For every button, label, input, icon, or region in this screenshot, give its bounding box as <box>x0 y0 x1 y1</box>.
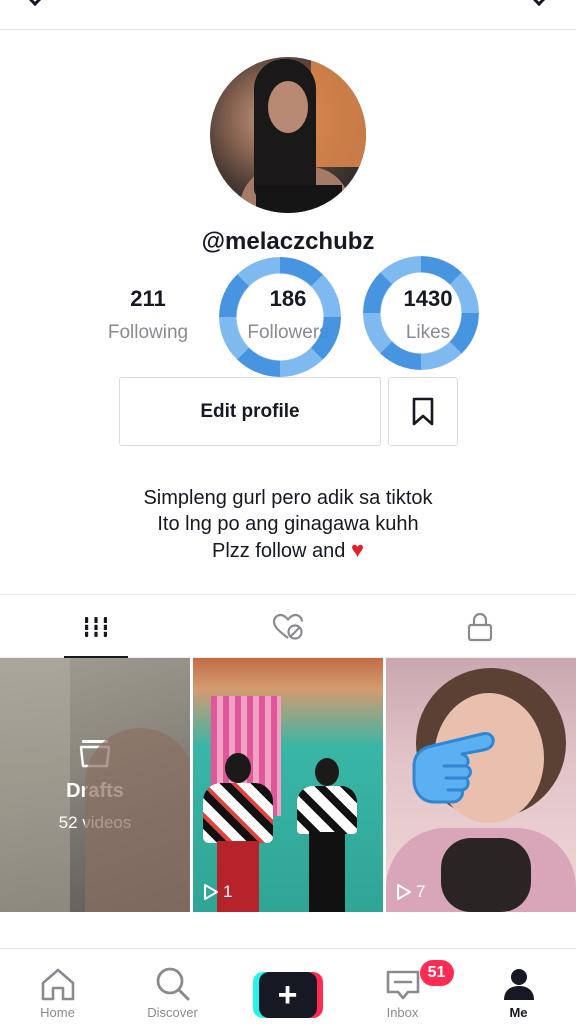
bio: Simpleng gurl pero adik sa tiktok Ito ln… <box>0 485 576 564</box>
top-bar <box>0 0 576 30</box>
liked-hidden-icon <box>272 613 304 640</box>
profile-tabs <box>0 594 576 659</box>
create-button[interactable]: + <box>252 972 323 1018</box>
play-count: 7 <box>396 882 425 902</box>
following-count: 211 <box>130 286 166 311</box>
bookmark-icon <box>412 397 434 425</box>
tab-private[interactable] <box>384 595 576 658</box>
nav-divider <box>0 948 576 949</box>
bio-line: Plzz follow and ♥ <box>211 537 365 562</box>
avatar[interactable] <box>210 57 366 213</box>
nav-create[interactable]: + <box>230 950 345 1024</box>
chevron-down-icon[interactable] <box>531 0 547 7</box>
likes-stat[interactable]: 1430 Likes <box>358 286 498 344</box>
heart-emoji: ♥ <box>350 537 365 562</box>
drafts-count: 52 videos <box>58 812 132 832</box>
likes-label: Likes <box>405 322 451 343</box>
search-icon <box>156 967 189 1001</box>
nav-inbox-label: Inbox <box>386 1005 419 1020</box>
lock-icon <box>467 612 493 641</box>
video-thumbnail[interactable]: 7 <box>386 658 576 912</box>
followers-label: Followers <box>247 322 329 343</box>
nav-inbox[interactable]: 51 Inbox <box>345 950 460 1024</box>
inbox-badge: 51 <box>419 960 454 986</box>
followers-stat[interactable]: 186 Followers <box>218 286 358 344</box>
drafts-icon <box>79 739 111 767</box>
followers-count: 186 <box>269 286 307 311</box>
drafts-title: Drafts <box>66 779 124 802</box>
play-count: 1 <box>203 882 232 902</box>
nav-discover-label: Discover <box>147 1005 198 1020</box>
nav-home[interactable]: Home <box>0 950 115 1024</box>
play-icon <box>204 884 218 900</box>
plus-icon: + <box>258 972 317 1018</box>
bio-line: Ito lng po ang ginagawa kuhh <box>157 513 419 535</box>
following-stat[interactable]: 211 Following <box>78 286 218 344</box>
drafts-overlay: Drafts 52 videos <box>0 658 190 912</box>
bio-line: Simpleng gurl pero adik sa tiktok <box>143 487 433 509</box>
nav-home-label: Home <box>40 1005 75 1020</box>
video-grid: Drafts 52 videos 1 7 <box>0 658 576 912</box>
nav-me[interactable]: Me <box>461 950 576 1024</box>
edit-profile-button[interactable]: Edit profile <box>119 377 381 446</box>
following-label: Following <box>107 322 189 343</box>
drafts-tile[interactable]: Drafts 52 videos <box>0 658 190 912</box>
tab-liked[interactable] <box>192 595 384 658</box>
likes-count: 1430 <box>403 286 453 311</box>
bottom-navigation: Home Discover + 51 Inbox Me <box>0 950 576 1024</box>
back-icon[interactable] <box>27 0 43 7</box>
nav-discover[interactable]: Discover <box>115 950 230 1024</box>
favorites-button[interactable] <box>388 377 458 446</box>
play-icon <box>397 884 411 900</box>
home-icon <box>41 968 74 1001</box>
video-thumbnail[interactable]: 1 <box>193 658 383 912</box>
grid-icon <box>85 616 107 637</box>
inbox-icon <box>386 970 419 1000</box>
username: @melaczchubz <box>201 228 375 255</box>
profile-icon <box>503 969 534 1000</box>
tab-videos[interactable] <box>0 595 192 659</box>
nav-me-label: Me <box>509 1005 528 1020</box>
